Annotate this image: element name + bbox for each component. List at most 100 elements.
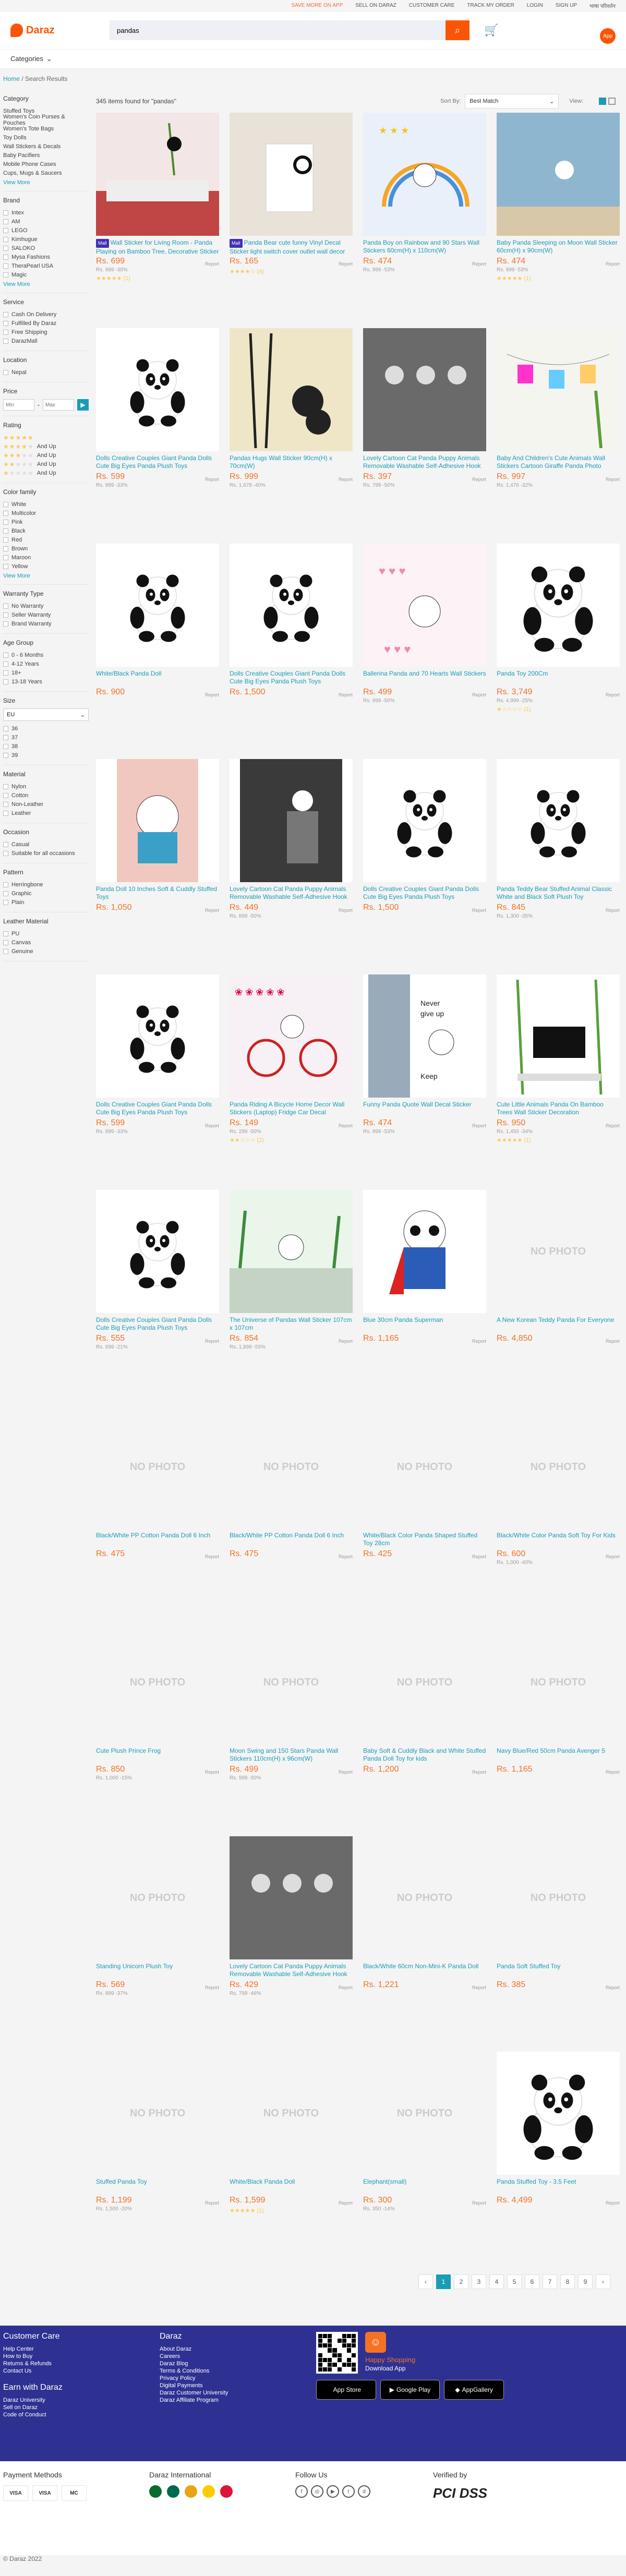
filter-option[interactable]: Leather xyxy=(3,809,89,817)
product-image[interactable] xyxy=(96,328,219,451)
checkbox[interactable] xyxy=(3,555,8,560)
product-card[interactable]: NO PHOTO White/Black Color Panda Shaped S… xyxy=(363,1405,492,1621)
checkbox[interactable] xyxy=(3,735,8,740)
footer-link[interactable]: Sell on Daraz xyxy=(3,2404,160,2411)
checkbox[interactable] xyxy=(3,519,8,525)
report-link[interactable]: Report xyxy=(472,1554,486,1559)
filter-option[interactable]: Baby Pacifiers xyxy=(3,151,89,160)
product-card[interactable]: Cute Little Animals Panda On Bamboo Tree… xyxy=(497,974,626,1190)
product-image-placeholder[interactable]: NO PHOTO xyxy=(363,1621,486,1744)
product-title[interactable]: White/Black Panda Doll xyxy=(96,670,219,685)
product-title[interactable]: Baby Soft & Cuddly Black and White Stuff… xyxy=(363,1747,486,1763)
filter-option[interactable]: Non-Leather xyxy=(3,800,89,809)
footer-link[interactable]: About Daraz xyxy=(160,2345,316,2353)
filter-option[interactable]: Toy Dolls xyxy=(3,133,89,142)
filter-option[interactable]: 39 xyxy=(3,751,89,760)
product-card[interactable]: Panda Toy 200Cm Rs. 3,749 Rs. 4,999 -25% ★☆… xyxy=(497,544,626,759)
footer-link[interactable]: Daraz Affiliate Program xyxy=(160,2397,316,2404)
product-image-placeholder[interactable]: NO PHOTO xyxy=(363,2052,486,2175)
product-title[interactable]: Dolls Creative Couples Giant Panda Dolls… xyxy=(363,885,486,901)
daraz-icon[interactable]: d xyxy=(358,2485,370,2498)
report-link[interactable]: Report xyxy=(606,692,620,697)
checkbox[interactable] xyxy=(3,661,8,667)
product-card[interactable]: NO PHOTO Stuffed Panda Toy Rs. 1,199 Rs. 1,… xyxy=(96,2052,225,2267)
footer-link[interactable]: Terms & Conditions xyxy=(160,2367,316,2375)
product-image[interactable] xyxy=(230,759,353,882)
search-button[interactable]: ⌕ xyxy=(446,20,469,40)
checkbox[interactable] xyxy=(3,850,8,856)
bangladesh-flag-icon[interactable] xyxy=(167,2485,179,2498)
footer-link[interactable]: Digital Payments xyxy=(160,2382,316,2389)
product-card[interactable]: NO PHOTO Moon Swing and 150 Stars Panda W… xyxy=(230,1621,359,1836)
report-link[interactable]: Report xyxy=(472,477,486,482)
product-title[interactable]: Lovely Cartoon Cat Panda Puppy Animals R… xyxy=(230,1963,353,1978)
product-title[interactable]: Elephant(small) xyxy=(363,2178,486,2194)
product-card[interactable]: The Universe of Pandas Wall Sticker 107c… xyxy=(230,1190,359,1405)
srilanka-flag-icon[interactable] xyxy=(185,2485,197,2498)
product-image[interactable] xyxy=(497,544,620,667)
product-card[interactable]: Mall Wall Sticker for Living Room - Panda… xyxy=(96,113,225,328)
report-link[interactable]: Report xyxy=(606,1985,620,1990)
product-card[interactable]: ❀ ❀ ❀ ❀ ❀ Panda Riding A Bicycle Home Dec… xyxy=(230,974,359,1190)
filter-option[interactable]: 18+ xyxy=(3,668,89,677)
checkbox[interactable] xyxy=(3,679,8,684)
product-image[interactable]: ❀ ❀ ❀ ❀ ❀ xyxy=(230,974,353,1098)
checkbox[interactable] xyxy=(3,272,8,278)
report-link[interactable]: Report xyxy=(339,261,353,267)
filter-option[interactable]: Brown xyxy=(3,544,89,553)
product-card[interactable]: NO PHOTO White/Black Panda Doll Rs. 1,599 ★… xyxy=(230,2052,359,2267)
product-card[interactable]: Lovely Cartoon Cat Panda Puppy Animals R… xyxy=(230,759,359,974)
product-image[interactable] xyxy=(497,759,620,882)
product-title[interactable]: Dolls Creative Couples Giant Panda Dolls… xyxy=(96,1316,219,1332)
product-card[interactable]: NO PHOTO Black/White PP Cotton Panda Doll… xyxy=(230,1405,359,1621)
product-image[interactable] xyxy=(363,759,486,882)
app-store-badge[interactable]: App Store xyxy=(316,2380,376,2400)
filter-option[interactable]: Magic xyxy=(3,270,89,279)
twitter-icon[interactable]: t xyxy=(342,2485,355,2498)
product-card[interactable]: Baby Panda Sleeping on Moon Wall Sticker… xyxy=(497,113,626,328)
checkbox[interactable] xyxy=(3,501,8,507)
filter-option[interactable]: Wall Stickers & Decals xyxy=(3,142,89,151)
product-image[interactable] xyxy=(230,544,353,667)
report-link[interactable]: Report xyxy=(205,908,219,913)
product-card[interactable]: NO PHOTO Baby Soft & Cuddly Black and Whi… xyxy=(363,1621,492,1836)
view-more-link[interactable]: View More xyxy=(3,281,89,287)
filter-option[interactable]: Casual xyxy=(3,840,89,849)
checkbox[interactable] xyxy=(3,603,8,609)
page-number[interactable]: 8 xyxy=(560,2274,575,2289)
filter-option[interactable]: DarazMall xyxy=(3,336,89,345)
filter-option[interactable]: Cups, Mugs & Saucers xyxy=(3,168,89,177)
product-image-placeholder[interactable]: NO PHOTO xyxy=(497,1836,620,1959)
checkbox[interactable] xyxy=(3,841,8,847)
checkbox[interactable] xyxy=(3,537,8,543)
checkbox[interactable] xyxy=(3,329,8,335)
footer-link[interactable]: Daraz University xyxy=(3,2397,160,2404)
product-title[interactable]: Black/White PP Cotton Panda Doll 6 Inch xyxy=(96,1532,219,1547)
product-title[interactable]: A New Korean Teddy Panda For Everyone xyxy=(497,1316,620,1332)
product-title[interactable]: Panda Boy on Rainbow and 90 Stars Wall S… xyxy=(363,239,486,255)
page-number[interactable]: 2 xyxy=(454,2274,468,2289)
product-card[interactable]: White/Black Panda Doll Rs. 900 Report xyxy=(96,544,225,759)
product-image[interactable]: Never give up Keep xyxy=(363,974,486,1098)
filter-option[interactable]: Yellow xyxy=(3,562,89,571)
product-title[interactable]: Lovely Cartoon Cat Panda Puppy Animals R… xyxy=(363,454,486,470)
product-image-placeholder[interactable]: NO PHOTO xyxy=(230,1405,353,1528)
product-title[interactable]: Lovely Cartoon Cat Panda Puppy Animals R… xyxy=(230,885,353,901)
product-title[interactable]: Mall Panda Bear cute funny Vinyl Decal St… xyxy=(230,239,353,255)
checkbox[interactable] xyxy=(3,254,8,260)
search-input[interactable] xyxy=(110,20,446,40)
product-card[interactable]: NO PHOTO Cute Plush Prince Frog Rs. 850 Rs.… xyxy=(96,1621,225,1836)
product-title[interactable]: Panda Soft Stuffed Toy xyxy=(497,1963,620,1978)
product-title[interactable]: Mall Wall Sticker for Living Room - Panda… xyxy=(96,239,219,255)
product-title[interactable]: Panda Stuffed Toy - 3.5 Feet xyxy=(497,2178,620,2194)
page-number[interactable]: 3 xyxy=(472,2274,486,2289)
product-title[interactable]: Panda Doll 10 Inches Soft & Cuddly Stuff… xyxy=(96,885,219,901)
filter-option[interactable]: PU xyxy=(3,929,89,938)
checkbox[interactable] xyxy=(3,621,8,627)
checkbox[interactable] xyxy=(3,890,8,896)
report-link[interactable]: Report xyxy=(205,261,219,267)
checkbox[interactable] xyxy=(3,369,8,375)
filter-option[interactable]: Graphic xyxy=(3,889,89,898)
filter-option[interactable]: LEGO xyxy=(3,226,89,235)
price-max-input[interactable] xyxy=(43,399,74,411)
